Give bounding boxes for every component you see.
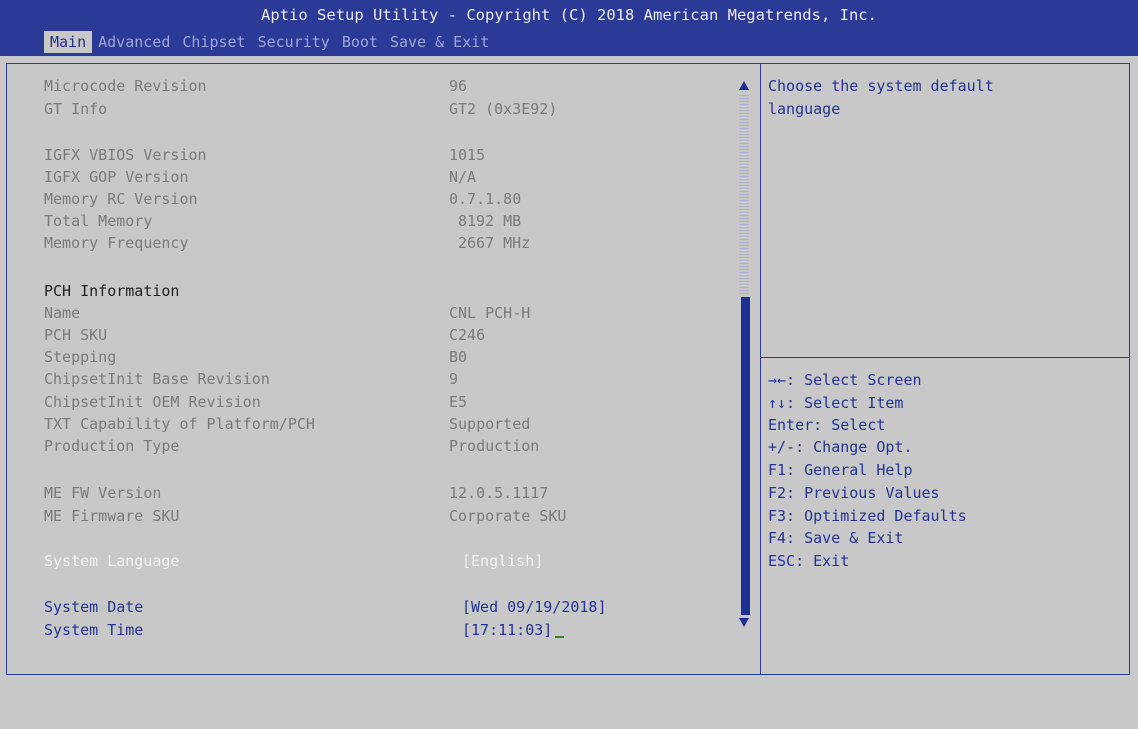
title-text: Aptio Setup Utility - Copyright (C) 2018… bbox=[261, 6, 877, 24]
info-row-igfx-vbios: IGFX VBIOS Version 1015 bbox=[44, 144, 485, 166]
tab-security[interactable]: Security bbox=[252, 31, 336, 53]
gtinfo-value: GT2 (0x3E92) bbox=[449, 100, 558, 118]
help-key-enter: Enter: Select bbox=[768, 416, 886, 434]
help-key-esc: ESC: Exit bbox=[768, 552, 850, 570]
scroll-down-arrow-icon[interactable] bbox=[739, 618, 749, 627]
tab-advanced[interactable]: Advanced bbox=[92, 31, 176, 53]
setting-system-language[interactable]: System Language [English] bbox=[44, 550, 543, 572]
help-key-change-opt: +/-: Change Opt. bbox=[768, 438, 913, 456]
info-row-chipsetinit-oem: ChipsetInit OEM Revision E5 bbox=[44, 391, 467, 413]
memory-rc-label: Memory RC Version bbox=[44, 190, 198, 208]
setting-system-date[interactable]: System Date [Wed 09/19/2018] bbox=[44, 596, 607, 618]
info-row-me-firmware-sku: ME Firmware SKU Corporate SKU bbox=[44, 505, 566, 527]
txt-capability-label: TXT Capability of Platform/PCH bbox=[44, 415, 315, 433]
tab-save-exit[interactable]: Save & Exit bbox=[384, 31, 495, 53]
name-value: CNL PCH-H bbox=[449, 304, 531, 322]
help-divider bbox=[761, 357, 1130, 358]
pch-heading-text: PCH Information bbox=[44, 282, 180, 300]
help-key-f4: F4: Save & Exit bbox=[768, 529, 904, 547]
help-key-f1: F1: General Help bbox=[768, 461, 913, 479]
me-firmware-sku-value: Corporate SKU bbox=[449, 507, 567, 525]
info-row-microcode: Microcode Revision 96 bbox=[44, 75, 467, 97]
info-row-name: Name CNL PCH-H bbox=[44, 302, 530, 324]
stepping-label: Stepping bbox=[44, 348, 117, 366]
info-row-stepping: Stepping B0 bbox=[44, 346, 467, 368]
info-row-production-type: Production Type Production bbox=[44, 435, 539, 457]
help-key-f2: F2: Previous Values bbox=[768, 484, 940, 502]
info-row-memory-rc: Memory RC Version 0.7.1.80 bbox=[44, 188, 521, 210]
chipsetinit-oem-value: E5 bbox=[449, 393, 468, 411]
total-memory-label: Total Memory bbox=[44, 212, 153, 230]
text-cursor bbox=[555, 636, 564, 638]
chipsetinit-oem-label: ChipsetInit OEM Revision bbox=[44, 393, 261, 411]
system-language-label: System Language bbox=[44, 552, 180, 570]
help-key-select-item: ↑↓: Select Item bbox=[768, 394, 904, 412]
stepping-value: B0 bbox=[449, 348, 468, 366]
scrollbar-track[interactable] bbox=[739, 95, 749, 295]
help-key-select-screen: →←: Select Screen bbox=[768, 371, 922, 389]
help-description-line1: Choose the system default bbox=[768, 77, 994, 95]
name-label: Name bbox=[44, 304, 81, 322]
info-row-pch-sku: PCH SKU C246 bbox=[44, 324, 485, 346]
pch-sku-label: PCH SKU bbox=[44, 326, 108, 344]
help-description-line2: language bbox=[768, 100, 841, 118]
system-time-value[interactable]: [17:11:03] bbox=[462, 619, 552, 641]
setting-system-time[interactable]: System Time [17:11:03] bbox=[44, 619, 564, 641]
info-row-total-memory: Total Memory 8192 MB bbox=[44, 210, 521, 232]
me-fw-version-value: 12.0.5.1117 bbox=[449, 484, 549, 502]
gtinfo-label: GT Info bbox=[44, 100, 108, 118]
bios-screen: Aptio Setup Utility - Copyright (C) 2018… bbox=[0, 0, 1138, 681]
me-firmware-sku-label: ME Firmware SKU bbox=[44, 507, 180, 525]
me-fw-version-label: ME FW Version bbox=[44, 484, 162, 502]
igfx-gop-value: N/A bbox=[449, 168, 477, 186]
chipsetinit-base-label: ChipsetInit Base Revision bbox=[44, 370, 270, 388]
pch-section-heading: PCH Information bbox=[44, 280, 179, 302]
info-row-igfx-gop: IGFX GOP Version N/A bbox=[44, 166, 476, 188]
microcode-label: Microcode Revision bbox=[44, 77, 207, 95]
scroll-up-arrow-icon[interactable] bbox=[739, 81, 749, 90]
info-row-chipsetinit-base: ChipsetInit Base Revision 9 bbox=[44, 368, 458, 390]
tab-boot[interactable]: Boot bbox=[336, 31, 384, 53]
info-row-me-fw-version: ME FW Version 12.0.5.1117 bbox=[44, 482, 548, 504]
txt-capability-value: Supported bbox=[449, 415, 531, 433]
info-row-txt-capability: TXT Capability of Platform/PCH Supported bbox=[44, 413, 530, 435]
production-type-label: Production Type bbox=[44, 437, 180, 455]
system-language-value[interactable]: [English] bbox=[462, 550, 543, 572]
tab-main[interactable]: Main bbox=[44, 31, 93, 53]
memory-rc-value: 0.7.1.80 bbox=[449, 190, 522, 208]
memory-frequency-label: Memory Frequency bbox=[44, 234, 189, 252]
system-date-label: System Date bbox=[44, 598, 144, 616]
chipsetinit-base-value: 9 bbox=[449, 370, 459, 388]
tab-chipset[interactable]: Chipset bbox=[176, 31, 251, 53]
scrollbar-thumb[interactable] bbox=[741, 297, 750, 615]
memory-frequency-value: 2667 MHz bbox=[458, 234, 531, 252]
total-memory-value: 8192 MB bbox=[458, 212, 522, 230]
igfx-gop-label: IGFX GOP Version bbox=[44, 168, 189, 186]
pch-sku-value: C246 bbox=[449, 326, 486, 344]
microcode-value: 96 bbox=[449, 77, 468, 95]
tab-bar: Main Advanced Chipset Security Boot Save… bbox=[44, 31, 495, 53]
panel-divider bbox=[760, 63, 761, 675]
help-key-f3: F3: Optimized Defaults bbox=[768, 507, 967, 525]
system-date-value[interactable]: [Wed 09/19/2018] bbox=[462, 596, 607, 618]
header-bar: Aptio Setup Utility - Copyright (C) 2018… bbox=[0, 0, 1138, 56]
system-time-label: System Time bbox=[44, 621, 144, 639]
igfx-vbios-value: 1015 bbox=[449, 146, 486, 164]
production-type-value: Production bbox=[449, 437, 540, 455]
info-row-memory-frequency: Memory Frequency 2667 MHz bbox=[44, 232, 530, 254]
igfx-vbios-label: IGFX VBIOS Version bbox=[44, 146, 207, 164]
info-row-gtinfo: GT Info GT2 (0x3E92) bbox=[44, 98, 557, 120]
